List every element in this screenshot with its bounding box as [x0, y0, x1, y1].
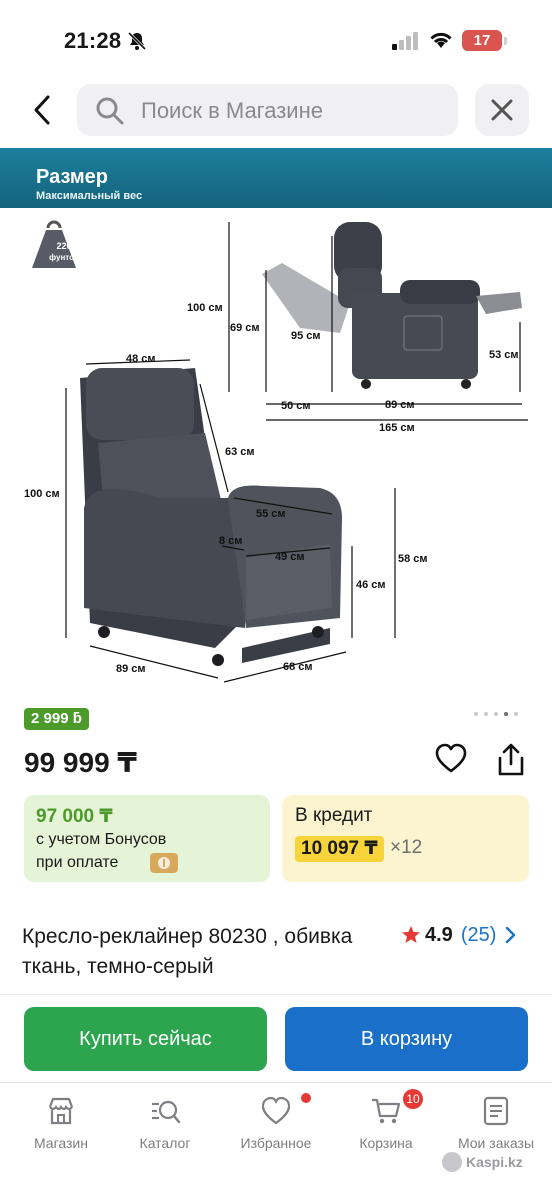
gallery-pagination[interactable]: [474, 712, 518, 716]
share-button[interactable]: [494, 742, 528, 778]
size-band-subtitle: Максимальный вес: [36, 190, 143, 202]
nav-label-catalog: Каталог: [139, 1135, 191, 1151]
signal-icon: [392, 32, 418, 50]
dim-depth: 89 см: [116, 663, 146, 675]
orders-icon: [483, 1096, 509, 1126]
gallery-dot[interactable]: [514, 712, 518, 716]
gallery-dot[interactable]: [484, 712, 488, 716]
rating-link[interactable]: 4.9 (25): [401, 922, 516, 948]
product-title: Кресло-реклайнер 80230 , обивка ткань, т…: [22, 925, 353, 978]
chevron-left-icon: [34, 95, 50, 125]
nav-label-shop: Магазин: [33, 1135, 88, 1151]
bonus-text-line1: с учетом Бонусов: [36, 831, 167, 848]
heart-icon: [435, 743, 467, 773]
bell-muted-icon: [127, 31, 147, 51]
size-band: Размер Максимальный вес: [0, 148, 552, 208]
dim-seat-w: 55 см: [256, 508, 286, 520]
recliner-diagram: 220 фунтов 100 см 69 см 95 см 53 см 50 с…: [24, 220, 528, 683]
credit-title: В кредит: [295, 805, 373, 826]
dim-recline: 95 см: [291, 330, 321, 342]
dim-width: 68 см: [283, 661, 313, 673]
back-button[interactable]: [22, 88, 62, 132]
favorite-button[interactable]: [434, 742, 468, 776]
battery-indicator: 17: [462, 30, 502, 51]
product-price: 99 999 ₸: [24, 747, 137, 778]
bonus-price: 97 000 ₸: [36, 806, 113, 827]
nav-item-catalog[interactable]: Каталог: [110, 1083, 220, 1163]
heart-icon: [261, 1096, 291, 1125]
chevron-right-icon: [506, 926, 516, 944]
bottom-nav: Магазин Каталог Избранное 10 Корзина Мои…: [0, 1082, 552, 1200]
kaspi-watermark: Kaspi.kz: [442, 1152, 523, 1172]
credit-monthly-amount: 10 097 ₸: [295, 836, 384, 862]
wifi-icon: [430, 32, 452, 48]
kaspi-logo-icon: [442, 1152, 462, 1172]
nav-item-favorites[interactable]: Избранное: [221, 1083, 331, 1163]
dim-arm-w: 8 см: [219, 535, 242, 547]
nav-item-cart[interactable]: 10 Корзина: [331, 1083, 441, 1163]
dim-arm-h: 58 см: [398, 553, 428, 565]
side-view-chair: [262, 222, 522, 389]
catalog-search-icon: [152, 1100, 181, 1124]
add-to-cart-button[interactable]: В корзину: [285, 1007, 528, 1071]
battery-tip: [504, 37, 507, 45]
product-image[interactable]: Размер Максимальный вес 220 фунтов 100 с…: [0, 148, 552, 693]
credit-multiplier: ×12: [390, 837, 423, 858]
divider: [0, 994, 552, 995]
dim-depth-side: 89 см: [385, 399, 415, 411]
close-icon: [491, 99, 513, 121]
bonus-text-line2: при оплате: [36, 854, 119, 871]
buy-now-button[interactable]: Купить сейчас: [24, 1007, 267, 1071]
dim-seat-d: 49 см: [275, 551, 305, 563]
credit-card[interactable]: В кредит 10 097 ₸ ×12: [282, 795, 529, 882]
status-time: 21:28: [64, 28, 122, 53]
weight-unit: фунтов: [49, 253, 79, 262]
nav-item-orders[interactable]: Мои заказы: [441, 1083, 551, 1163]
gallery-dot-active[interactable]: [504, 712, 508, 716]
kaspi-card-icon: [150, 853, 178, 873]
weight-icon: 220 фунтов: [32, 220, 79, 268]
favorites-notification-dot: [301, 1093, 311, 1103]
weight-value: 220: [56, 241, 71, 251]
search-placeholder: Поиск в Магазине: [141, 98, 323, 123]
dim-seat-h: 46 см: [356, 579, 386, 591]
star-icon: [402, 926, 420, 943]
nav-label-favorites: Избранное: [240, 1135, 312, 1151]
search-input[interactable]: Поиск в Магазине: [77, 84, 458, 136]
dim-length-full: 165 см: [379, 422, 415, 434]
dim-seat-h-side: 53 см: [489, 349, 519, 361]
bonus-price-card[interactable]: 97 000 ₸ с учетом Бонусов при оплате: [24, 795, 270, 882]
nav-item-shop[interactable]: Магазин: [6, 1083, 116, 1163]
review-count: (25): [460, 923, 497, 946]
cart-icon: [372, 1098, 401, 1124]
kaspi-watermark-text: Kaspi.kz: [466, 1154, 523, 1170]
dim-h-total-front: 100 см: [24, 488, 60, 500]
gallery-dot[interactable]: [494, 712, 498, 716]
dim-h-total-side: 100 см: [187, 302, 223, 314]
status-bar: 21:28 17: [0, 0, 552, 80]
nav-label-orders: Мои заказы: [457, 1135, 535, 1151]
share-icon: [498, 743, 524, 776]
bonus-badge: 2 999 ƃ: [24, 708, 89, 730]
gallery-dot[interactable]: [474, 712, 478, 716]
size-band-title: Размер: [36, 166, 109, 188]
front-view-chair: [80, 368, 342, 666]
nav-label-cart: Корзина: [359, 1135, 413, 1151]
dim-back-len: 63 см: [225, 446, 255, 458]
dim-back-w: 48 см: [126, 353, 156, 365]
cart-count-badge: 10: [403, 1089, 423, 1109]
rating-value: 4.9: [425, 923, 453, 946]
close-button[interactable]: [475, 84, 529, 136]
shop-icon: [48, 1097, 74, 1125]
dim-back-h: 69 см: [230, 322, 260, 334]
search-icon: [96, 97, 124, 125]
dim-footrest: 50 см: [281, 400, 311, 412]
